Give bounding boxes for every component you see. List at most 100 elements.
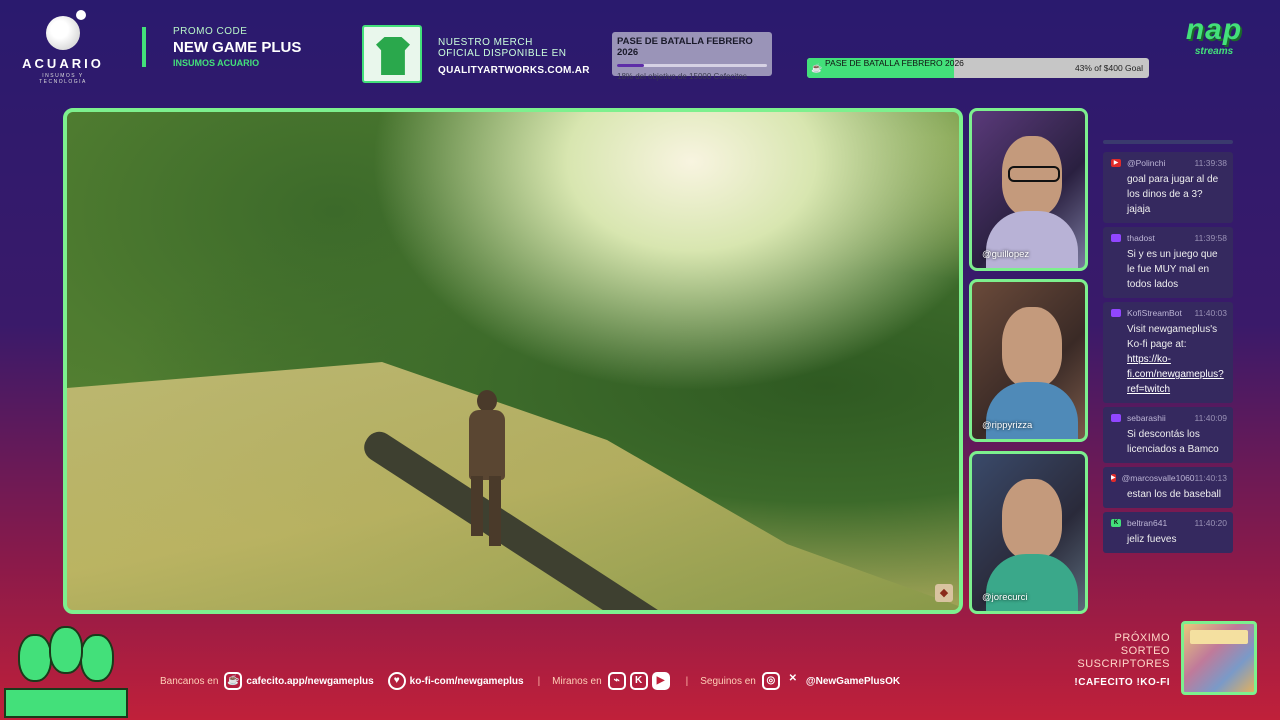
streamer-torso	[986, 382, 1078, 439]
nap-logo-text: nap	[1185, 13, 1243, 46]
promo-label: PROMO CODE	[173, 26, 248, 37]
goal-status: 43% of $400 Goal	[1074, 63, 1143, 73]
chat-text: Si descontás los licenciados a Bamco	[1127, 429, 1219, 455]
merch-url[interactable]: QUALITYARTWORKS.COM.AR	[438, 65, 590, 76]
acuario-name: ACUARIO	[22, 56, 104, 71]
sorteo-line1: PRÓXIMO	[1114, 632, 1170, 644]
webcam-3: @jorecurci	[969, 451, 1088, 614]
chat-timestamp: 11:40:09	[1194, 413, 1227, 423]
streamer-torso	[986, 554, 1078, 611]
twitch-icon[interactable]: ⌁	[607, 672, 626, 690]
battle-pass-title: PASE DE BATALLA FEBRERO 2026	[617, 36, 753, 58]
merch-line2: OFICIAL DISPONIBLE EN	[438, 48, 567, 59]
chat-timestamp: 11:39:38	[1194, 158, 1227, 168]
twitch-icon	[1111, 414, 1121, 422]
chat-panel: ▶ @Polinchi 11:39:38 goal para jugar al de…	[1103, 140, 1233, 557]
battle-pass-progress-fill	[617, 64, 644, 67]
acuario-tagline: INSUMOS Y TECNOLOGIA	[39, 73, 87, 85]
battle-pass-progress-bar	[617, 64, 767, 67]
webcam-handle: @rippyrizza	[982, 420, 1033, 431]
webcam-handle: @guillopez	[982, 249, 1030, 260]
chat-username: thadost	[1127, 233, 1155, 243]
promo-divider	[142, 27, 146, 67]
social-handle[interactable]: @NewGamePlusOK	[806, 676, 900, 687]
kofi-link[interactable]: https://ko-fi.com/newgameplus?ref=twitch	[1127, 354, 1224, 395]
sorteo-line3: SUSCRIPTORES	[1077, 658, 1170, 670]
webcam-2: @rippyrizza	[969, 279, 1088, 442]
sorteo-block: PRÓXIMO SORTEO SUSCRIPTORES !CAFECITO !K…	[1040, 632, 1170, 688]
chat-text: goal para jugar al de los dinos de a 3? …	[1127, 174, 1219, 215]
acuario-mark-icon	[46, 10, 86, 50]
shirt-icon	[376, 37, 410, 75]
chat-timestamp: 11:39:58	[1194, 233, 1227, 243]
promo-code: NEW GAME PLUS	[173, 39, 302, 56]
chat-message: sebarashii 11:40:09 Si descontás los lice…	[1103, 407, 1233, 463]
youtube-icon: ▶	[1111, 474, 1116, 482]
mascot-logo	[4, 620, 128, 718]
kofi-link-footer[interactable]: ko-fi-com/newgameplus	[410, 676, 524, 687]
chat-text-prefix: Visit newgameplus's Ko-fi page at:	[1127, 324, 1218, 350]
kick-icon[interactable]: K	[629, 672, 648, 690]
battle-pass-widget: PASE DE BATALLA FEBRERO 2026 18% del obj…	[612, 32, 772, 81]
youtube-icon[interactable]: ▶	[651, 672, 670, 690]
chat-username: sebarashii	[1127, 413, 1166, 423]
chat-timestamp: 11:40:13	[1194, 473, 1227, 483]
acuario-logo: ACUARIO INSUMOS Y TECNOLOGIA	[18, 10, 108, 85]
streamer-torso	[986, 211, 1078, 268]
goal-progress-bar: ☕ PASE DE BATALLA FEBRERO 2026 43% of $4…	[807, 58, 1149, 78]
chat-top-divider	[1103, 140, 1233, 144]
battle-pass-subtitle: 18% del objetivo de 15000 Cafecitos	[617, 72, 747, 81]
mascot-head-icon	[18, 634, 52, 682]
coffee-icon: ☕	[811, 63, 823, 73]
chat-message: ▶ @Polinchi 11:39:38 goal para jugar al de…	[1103, 152, 1233, 223]
footer-links: Bancanos en ☕ cafecito.app/newgameplus ♥…	[160, 670, 914, 692]
webcam-1: @guillopez	[969, 108, 1088, 271]
goal-label: PASE DE BATALLA FEBRERO 2026	[825, 58, 964, 68]
chat-username: @marcosvalle1060	[1121, 473, 1195, 483]
youtube-icon: ▶	[1111, 159, 1121, 167]
instagram-icon[interactable]: ◎	[761, 672, 780, 690]
x-icon[interactable]: ✕	[784, 672, 802, 690]
prize-banner	[1190, 630, 1248, 644]
merch-block: NUESTRO MERCH OFICIAL DISPONIBLE EN QUAL…	[438, 37, 590, 76]
streamer-face	[1002, 307, 1062, 387]
merch-shirt-image	[362, 25, 422, 83]
twitch-icon	[1111, 234, 1121, 242]
mascot-base	[4, 688, 128, 718]
nap-streams-logo: nap streams	[1176, 14, 1252, 70]
promo-code-block: PROMO CODE NEW GAME PLUS INSUMOS ACUARIO	[173, 26, 301, 68]
chat-message: ▶ @marcosvalle1060 11:40:13 estan los de b…	[1103, 467, 1233, 508]
twitch-icon	[1111, 309, 1121, 317]
footer-separator: |	[685, 675, 689, 687]
mascot-head-icon	[80, 634, 114, 682]
sorteo-line2: SORTEO	[1120, 645, 1170, 657]
chat-username: @Polinchi	[1127, 158, 1166, 168]
game-corner-icon: ◆	[935, 584, 953, 602]
chat-username: beltran641	[1127, 518, 1168, 528]
chat-username: KofiStreamBot	[1127, 308, 1182, 318]
chat-timestamp: 11:40:20	[1194, 518, 1227, 528]
chat-text: Visit newgameplus's Ko-fi page at: https…	[1111, 322, 1227, 397]
chat-text: Si y es un juego que le fue MUY mal en t…	[1127, 249, 1218, 290]
chat-message: KofiStreamBot 11:40:03 Visit newgameplus'…	[1103, 302, 1233, 403]
game-viewport: ◆	[63, 108, 963, 614]
webcam-handle: @jorecurci	[982, 592, 1028, 603]
merch-line1: NUESTRO MERCH	[438, 37, 533, 48]
mascot-head-icon	[49, 626, 83, 674]
cafecito-link[interactable]: cafecito.app/newgameplus	[246, 676, 373, 687]
game-player-character	[457, 390, 517, 550]
follow-label: Seguinos en	[700, 675, 756, 687]
cafecito-icon: ☕	[224, 672, 243, 690]
kofi-icon: ♥	[387, 672, 406, 690]
streams-logo-text: streams	[1194, 46, 1234, 57]
sorteo-commands: !CAFECITO !KO-FI	[1074, 677, 1170, 688]
watch-label: Miranos en	[552, 675, 602, 687]
donate-label: Bancanos en	[160, 675, 219, 687]
streamer-face	[1002, 136, 1062, 216]
chat-message: Kbeltran641 11:40:20 jeliz fueves	[1103, 512, 1233, 553]
footer-separator: |	[537, 675, 541, 687]
streamer-face	[1002, 479, 1062, 559]
promo-sponsor: INSUMOS ACUARIO	[173, 58, 260, 68]
chat-text: jeliz fueves	[1127, 534, 1177, 545]
kick-icon: K	[1111, 519, 1121, 527]
